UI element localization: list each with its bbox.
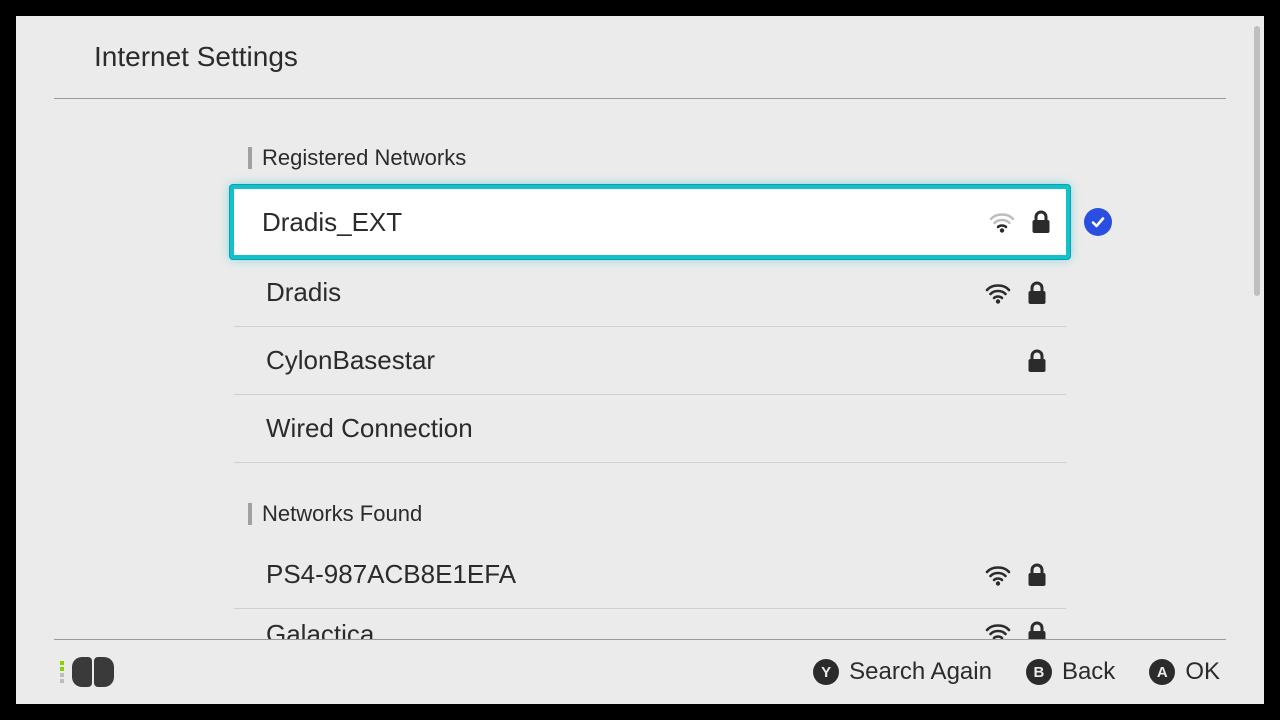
section-tick-icon — [248, 147, 252, 169]
section-label-found: Networks Found — [234, 501, 1066, 527]
network-ssid: Dradis_EXT — [262, 207, 402, 238]
network-row-cylonbasestar[interactable]: CylonBasestar — [234, 327, 1066, 395]
action-label: OK — [1185, 658, 1220, 686]
lock-icon — [1030, 208, 1052, 236]
network-ssid: CylonBasestar — [266, 345, 435, 376]
network-row-dradis[interactable]: Dradis — [234, 259, 1066, 327]
network-ssid: Wired Connection — [266, 413, 473, 444]
lock-icon — [1026, 279, 1048, 307]
action-search-again[interactable]: Y Search Again — [813, 658, 992, 686]
footer: Y Search Again B Back A OK — [16, 640, 1264, 704]
action-label: Search Again — [849, 658, 992, 686]
network-ssid: PS4-987ACB8E1EFA — [266, 559, 516, 590]
y-button-icon: Y — [813, 659, 839, 685]
scrollbar-thumb[interactable] — [1254, 26, 1260, 296]
wifi-signal-strong-icon — [984, 619, 1012, 639]
section-tick-icon — [248, 503, 252, 525]
header: Internet Settings — [54, 16, 1226, 98]
section-label-registered: Registered Networks — [234, 145, 1066, 171]
lock-icon — [1026, 347, 1048, 375]
page-title: Internet Settings — [94, 41, 298, 73]
connected-check-icon — [1084, 208, 1112, 236]
a-button-icon: A — [1149, 659, 1175, 685]
network-row-galactica[interactable]: Galactica — [234, 609, 1066, 639]
controller-status-icon — [60, 657, 116, 687]
section-label-text: Networks Found — [262, 501, 422, 527]
network-row-ps4[interactable]: PS4-987ACB8E1EFA — [234, 541, 1066, 609]
b-button-icon: B — [1026, 659, 1052, 685]
network-ssid: Dradis — [266, 277, 341, 308]
action-ok[interactable]: A OK — [1149, 658, 1220, 686]
network-ssid: Galactica — [266, 619, 374, 639]
section-label-text: Registered Networks — [262, 145, 466, 171]
lock-icon — [1026, 561, 1048, 589]
action-label: Back — [1062, 658, 1115, 686]
lock-icon — [1026, 619, 1048, 639]
network-row-wired[interactable]: Wired Connection — [234, 395, 1066, 463]
network-row-dradis-ext[interactable]: Dradis_EXT — [230, 185, 1070, 259]
scrollbar[interactable] — [1254, 26, 1260, 694]
action-back[interactable]: B Back — [1026, 658, 1115, 686]
network-list-scroll[interactable]: Registered Networks Dradis_EXT Dradis — [54, 99, 1226, 639]
wifi-signal-weak-icon — [988, 208, 1016, 236]
wifi-signal-strong-icon — [984, 561, 1012, 589]
wifi-signal-strong-icon — [984, 279, 1012, 307]
